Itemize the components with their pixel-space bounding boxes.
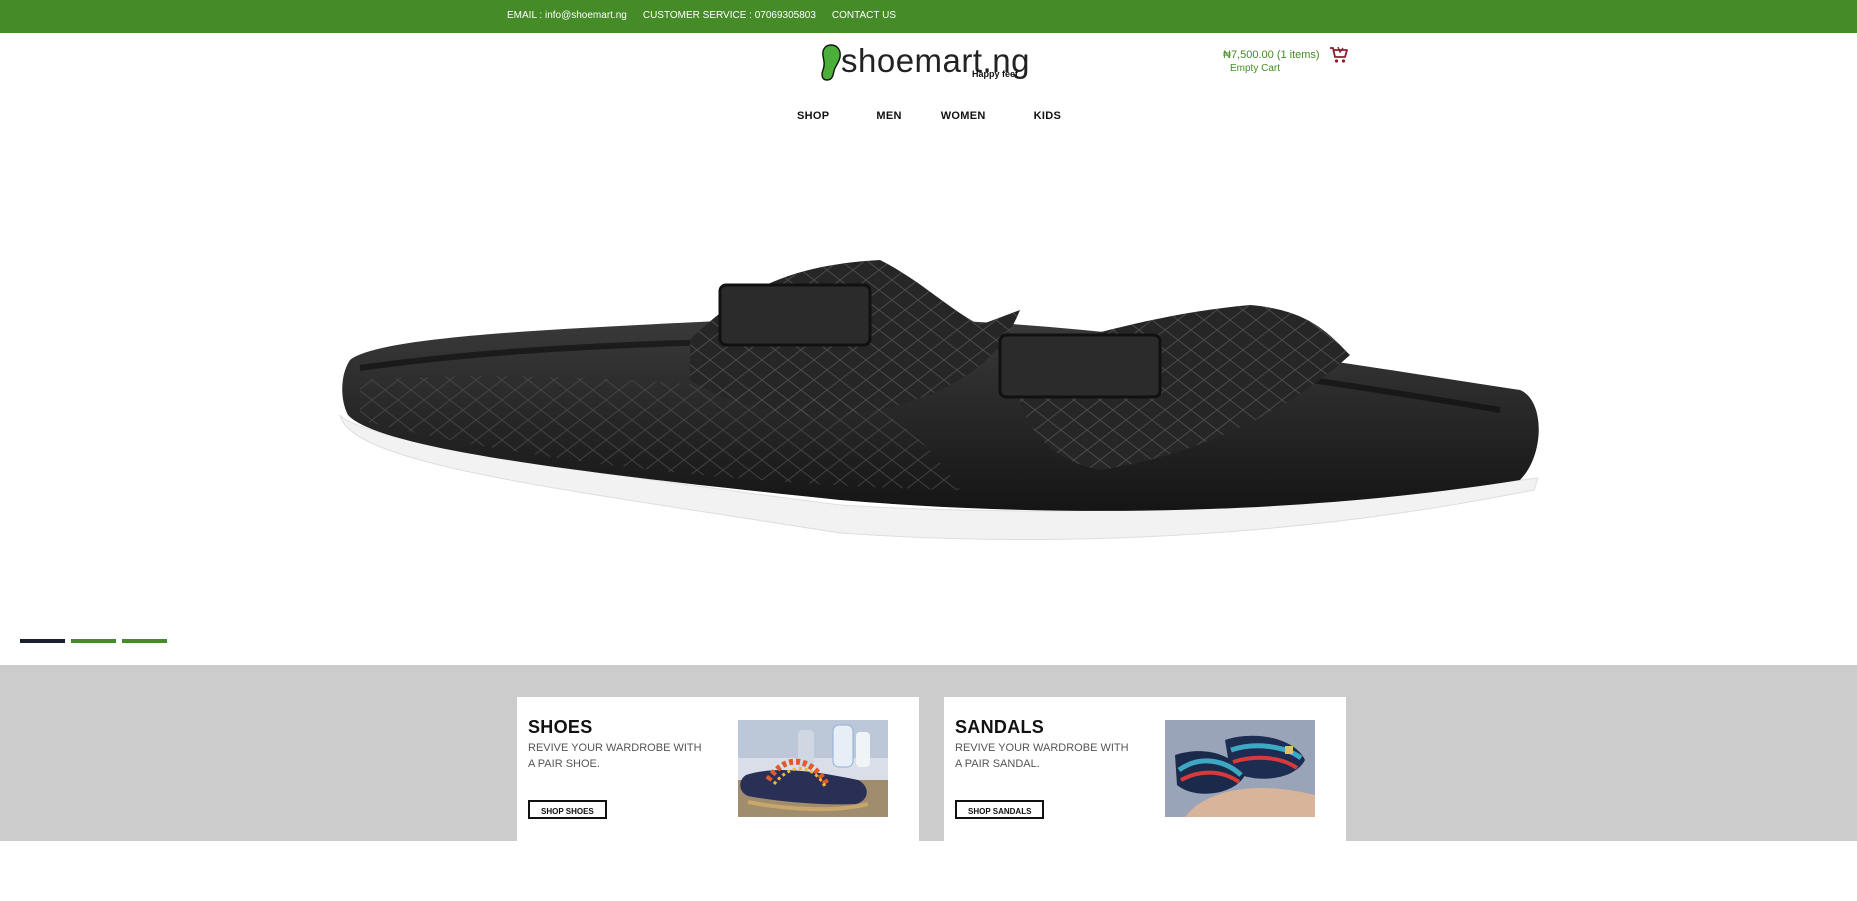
shopping-cart-icon[interactable] — [1329, 46, 1349, 64]
slider-pagination — [20, 639, 167, 643]
footprint-icon — [821, 44, 841, 81]
slider-dot-1[interactable] — [20, 639, 65, 643]
shop-shoes-button[interactable]: SHOP SHOES — [528, 800, 607, 819]
nav-shop[interactable]: SHOP — [797, 110, 829, 122]
promo-description: REVIVE YOUR WARDROBE WITH A PAIR SANDAL. — [955, 742, 1129, 770]
promo-card-sandals: SANDALS REVIVE YOUR WARDROBE WITH A PAIR… — [944, 697, 1346, 841]
nav-women[interactable]: WOMEN — [941, 110, 986, 122]
top-bar-links: EMAIL : info@shoemart.ng CUSTOMER SERVIC… — [507, 10, 896, 21]
nav-men[interactable]: MEN — [876, 110, 901, 122]
promo-section — [0, 665, 1857, 841]
logo-tagline: Happy feet — [972, 69, 1019, 79]
hero-slide-image — [339, 260, 1539, 541]
top-bar: EMAIL : info@shoemart.ng CUSTOMER SERVIC… — [0, 0, 1857, 33]
nav-kids[interactable]: KIDS — [1034, 110, 1061, 122]
promo-description: REVIVE YOUR WARDROBE WITH A PAIR SHOE. — [528, 742, 702, 770]
customer-service-text: CUSTOMER SERVICE : 07069305803 — [642, 10, 816, 21]
contact-us-link[interactable]: CONTACT US — [832, 10, 896, 21]
promo-card-shoes: SHOES REVIVE YOUR WARDROBE WITH A PAIR S… — [517, 697, 919, 841]
shoes-promo-image[interactable] — [738, 720, 888, 817]
email-link[interactable]: EMAIL : info@shoemart.ng — [507, 10, 627, 21]
site-logo[interactable]: shoemart.ng Happy feet — [820, 42, 1045, 84]
promo-title: SANDALS — [955, 717, 1045, 737]
sandals-promo-image[interactable] — [1165, 720, 1315, 817]
mini-cart[interactable]: ₦7,500.00 (1 items) Empty Cart — [1223, 46, 1353, 80]
slider-dot-2[interactable] — [71, 639, 116, 643]
shop-sandals-button[interactable]: SHOP SANDALS — [955, 800, 1045, 819]
cart-total[interactable]: ₦7,500.00 (1 items) — [1223, 49, 1320, 61]
main-nav: SHOP MEN WOMEN KIDS — [797, 110, 1061, 122]
promo-title: SHOES — [528, 717, 593, 737]
slider-dot-3[interactable] — [122, 639, 167, 643]
empty-cart-link[interactable]: Empty Cart — [1230, 63, 1280, 74]
